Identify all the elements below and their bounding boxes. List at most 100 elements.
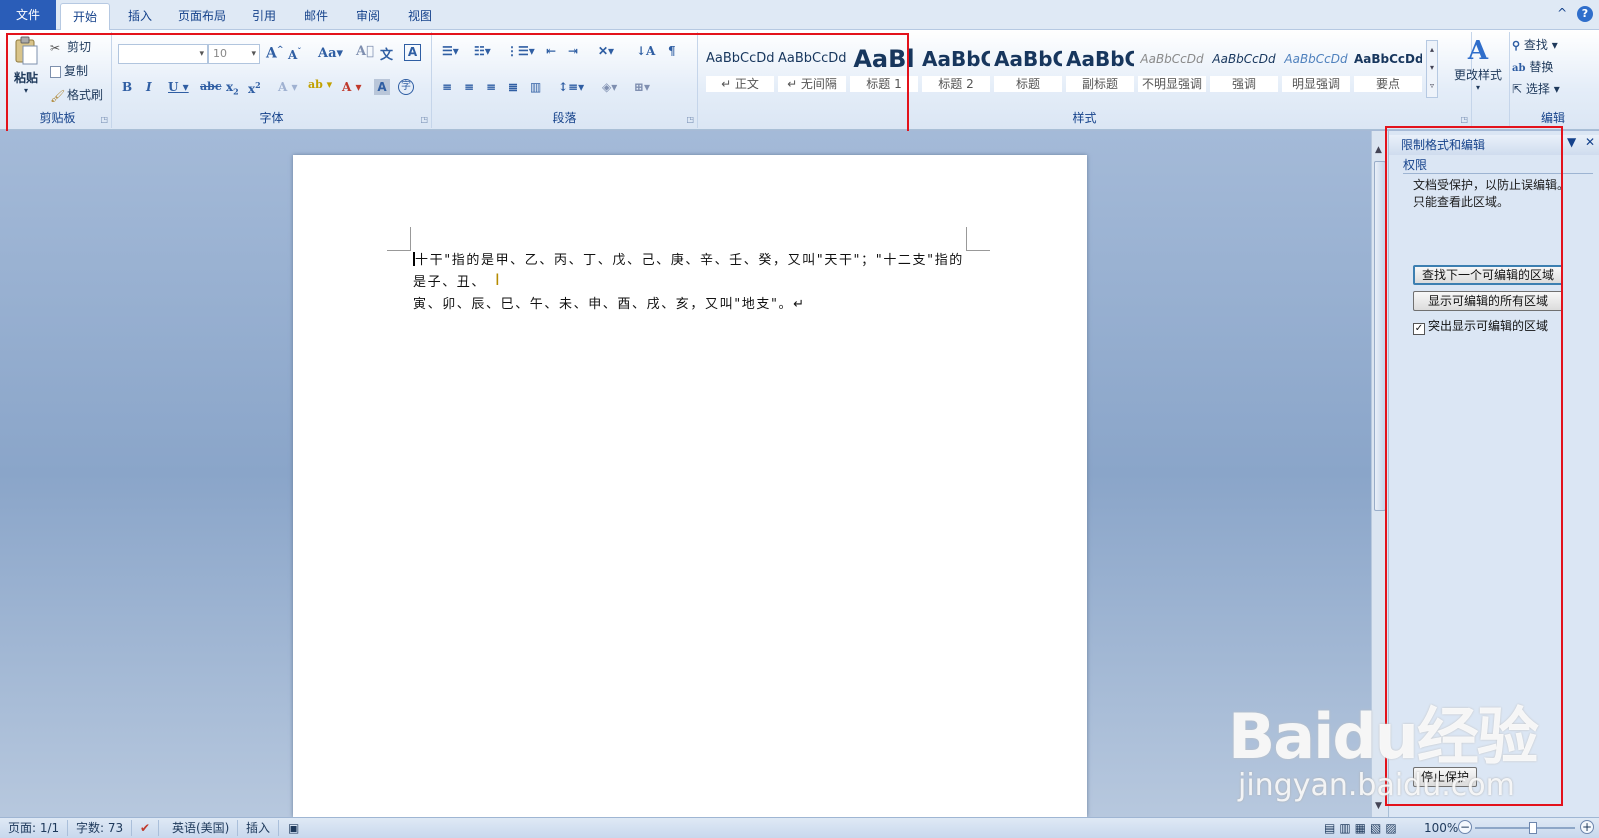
align-right-icon[interactable]: ≡	[486, 80, 496, 94]
copy-button[interactable]: 复制	[50, 62, 88, 79]
change-styles-button[interactable]: A 更改样式 ▾	[1450, 36, 1506, 92]
font-name-combo[interactable]: ▾	[118, 44, 208, 64]
tab-mailings[interactable]: 邮件	[294, 3, 338, 30]
clipboard-group: 粘贴 ▾ ✂ 剪切 复制 🖌 格式刷 剪贴板 ◳	[4, 32, 112, 128]
chinese-layout-icon[interactable]: ✕▾	[598, 44, 614, 58]
align-left-icon[interactable]: ≡	[442, 80, 452, 94]
cut-button[interactable]: ✂ 剪切	[50, 38, 91, 55]
underline-icon[interactable]: U ▾	[168, 80, 189, 94]
subscript-icon[interactable]: x2	[226, 80, 239, 96]
help-icon[interactable]: ?	[1577, 6, 1593, 22]
tab-view[interactable]: 视图	[398, 3, 442, 30]
paragraph-launcher-icon[interactable]: ◳	[686, 115, 694, 124]
bullets-icon[interactable]: ☰▾	[442, 44, 459, 58]
superscript-icon[interactable]: x2	[248, 80, 261, 96]
tab-insert[interactable]: 插入	[118, 3, 162, 30]
increase-indent-icon[interactable]: ⇥	[568, 44, 578, 58]
style-tile-heading1[interactable]: AaBl 标题 1	[850, 42, 918, 94]
tab-page-layout[interactable]: 页面布局	[170, 3, 234, 30]
binoculars-icon: ⚲	[1512, 39, 1521, 52]
paste-dropdown-icon[interactable]: ▾	[10, 86, 42, 95]
select-button[interactable]: ⇱ 选择 ▾	[1512, 80, 1560, 97]
phonetic-guide-icon[interactable]: 文	[380, 44, 393, 63]
style-tile-heading2[interactable]: AaBbC 标题 2	[922, 42, 990, 94]
align-center-icon[interactable]: ≡	[464, 80, 474, 94]
view-buttons[interactable]: ▤▥▦▧▨	[1324, 820, 1409, 836]
highlight-editable-checkbox[interactable]: ✓ 突出显示可编辑的区域	[1413, 317, 1548, 335]
text-effects-icon[interactable]: A ▾	[278, 80, 298, 94]
status-word-count[interactable]: 字数: 73	[76, 820, 133, 836]
style-tile-strong[interactable]: AaBbCcDd 要点	[1354, 42, 1422, 94]
status-page-count[interactable]: 页面: 1/1	[8, 820, 69, 836]
decrease-indent-icon[interactable]: ⇤	[546, 44, 556, 58]
clipboard-launcher-icon[interactable]: ◳	[100, 115, 108, 124]
shading-icon[interactable]: ◈▾	[602, 80, 617, 94]
clear-formatting-icon[interactable]: A⃠	[356, 44, 374, 59]
change-case-icon[interactable]: Aa▾	[318, 46, 343, 61]
strikethrough-icon[interactable]: abc	[200, 80, 222, 93]
tab-references[interactable]: 引用	[242, 3, 286, 30]
character-shading-icon[interactable]: A	[374, 79, 390, 95]
borders-icon[interactable]: ⊞▾	[634, 80, 650, 94]
pane-message: 文档受保护，以防止误编辑。 只能查看此区域。	[1413, 177, 1591, 211]
document-page[interactable]: 十干"指的是甲、乙、丙、丁、戊、己、庚、辛、壬、癸，又叫"天干"；"十二支"指的…	[293, 155, 1087, 817]
close-icon[interactable]: ✕	[1585, 135, 1595, 149]
ibeam-cursor-icon: I	[495, 270, 500, 289]
grow-font-icon[interactable]: A^	[266, 44, 284, 62]
format-painter-button[interactable]: 🖌 格式刷	[50, 86, 103, 103]
stop-protection-button[interactable]: 停止保护	[1413, 767, 1477, 787]
shrink-font-icon[interactable]: Aˇ	[288, 46, 301, 62]
styles-gallery-scroll[interactable]: ▴ ▾ ▿	[1426, 40, 1438, 98]
find-next-editable-button[interactable]: 查找下一个可编辑的区域	[1413, 265, 1563, 285]
font-size-combo[interactable]: 10 ▾	[208, 44, 260, 64]
zoom-in-icon[interactable]: +	[1580, 820, 1594, 834]
style-sample: AaBl	[853, 45, 915, 73]
font-color-icon[interactable]: A ▾	[342, 80, 362, 94]
tab-file[interactable]: 文件	[0, 0, 56, 30]
chevron-down-icon: ▾	[1475, 83, 1480, 92]
sort-icon[interactable]: ↓A	[636, 44, 655, 58]
style-tile-emphasis[interactable]: AaBbCcDd 强调	[1210, 42, 1278, 94]
proofing-icon[interactable]: ✔	[140, 820, 160, 836]
scroll-down-icon[interactable]: ▼	[1375, 801, 1382, 811]
font-launcher-icon[interactable]: ◳	[420, 115, 428, 124]
find-button[interactable]: ⚲ 查找 ▾	[1512, 36, 1558, 53]
bold-icon[interactable]: B	[122, 80, 132, 94]
style-tile-normal[interactable]: AaBbCcDd ↵ 正文	[706, 42, 774, 94]
zoom-slider-knob[interactable]	[1529, 822, 1537, 834]
pane-options-icon[interactable]: ▼	[1567, 135, 1576, 149]
multilevel-list-icon[interactable]: ⋮☰▾	[506, 44, 535, 58]
macro-record-icon[interactable]: ▣	[288, 820, 307, 836]
numbering-icon[interactable]: ☷▾	[474, 44, 491, 58]
distributed-icon[interactable]: ▥	[530, 80, 541, 94]
zoom-slider[interactable]	[1475, 827, 1575, 829]
highlight-color-icon[interactable]: ab ▾	[308, 78, 332, 91]
scroll-up-icon[interactable]: ▲	[1375, 145, 1382, 155]
style-tile-subtitle[interactable]: AaBbC 副标题	[1066, 42, 1134, 94]
italic-icon[interactable]: I	[146, 80, 152, 94]
style-tile-subtle-emphasis[interactable]: AaBbCcDd 不明显强调	[1138, 42, 1206, 94]
minimize-ribbon-icon[interactable]: ^	[1557, 6, 1567, 20]
tab-review[interactable]: 审阅	[346, 3, 390, 30]
chevron-down-icon: ▾	[199, 49, 204, 59]
tab-home[interactable]: 开始	[60, 3, 110, 30]
zoom-out-icon[interactable]: −	[1458, 820, 1472, 834]
status-insert-mode[interactable]: 插入	[246, 820, 280, 836]
style-tile-title[interactable]: AaBbC 标题	[994, 42, 1062, 94]
replace-button[interactable]: ab 替换	[1512, 58, 1553, 75]
status-language[interactable]: 英语(美国)	[172, 820, 239, 836]
show-all-editable-button[interactable]: 显示可编辑的所有区域	[1413, 291, 1563, 311]
character-border-icon[interactable]: A	[404, 44, 421, 61]
enclose-characters-icon[interactable]: 字	[398, 79, 414, 95]
vertical-scrollbar[interactable]: ▲ ▼	[1371, 131, 1388, 817]
show-marks-icon[interactable]: ¶	[668, 44, 676, 58]
editing-group: ⚲ 查找 ▾ ab 替换 ⇱ 选择 ▾ 编辑	[1510, 32, 1596, 128]
style-tile-intense-emphasis[interactable]: AaBbCcDd 明显强调	[1282, 42, 1350, 94]
paste-button[interactable]: 粘贴 ▾	[10, 36, 42, 102]
copy-label: 复制	[64, 64, 89, 78]
justify-icon[interactable]: ≣	[508, 80, 518, 94]
line-spacing-icon[interactable]: ↕≡▾	[558, 80, 584, 94]
scroll-thumb[interactable]	[1374, 161, 1386, 511]
style-sample: AaBbCcDd	[1140, 52, 1204, 66]
style-tile-no-spacing[interactable]: AaBbCcDd ↵ 无间隔	[778, 42, 846, 94]
